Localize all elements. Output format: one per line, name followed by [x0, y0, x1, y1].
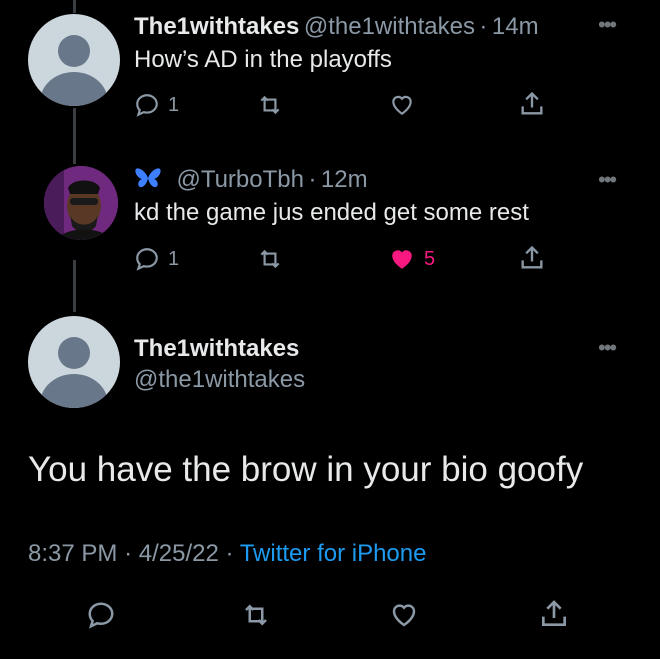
retweet-button[interactable]	[256, 246, 284, 272]
username[interactable]: @the1withtakes	[134, 366, 305, 394]
default-avatar-head	[58, 337, 90, 369]
default-avatar-body	[40, 374, 108, 408]
separator-dot: ·	[124, 540, 133, 567]
share-icon	[521, 91, 543, 115]
tweet-header: The1withtakes @the1withtakes · 14m	[134, 13, 539, 41]
share-button[interactable]	[518, 244, 546, 272]
tweet-time[interactable]: 8:37 PM	[28, 540, 117, 567]
retweet-button[interactable]	[256, 92, 284, 118]
like-button[interactable]: 5	[388, 246, 435, 272]
timestamp[interactable]: 12m	[321, 166, 368, 193]
default-avatar-head	[58, 35, 90, 67]
retweet-icon	[260, 249, 280, 269]
retweet-button[interactable]	[240, 600, 272, 630]
retweet-icon	[260, 95, 280, 115]
share-icon	[521, 245, 543, 269]
tweet-text: How’s AD in the playoffs	[134, 46, 392, 73]
tweet-text: kd the game jus ended get some rest	[134, 199, 529, 226]
tweet-source-link[interactable]: Twitter for iPhone	[240, 540, 427, 567]
share-icon	[542, 600, 566, 626]
reply-button[interactable]: 1	[134, 92, 179, 118]
profile-photo	[44, 166, 118, 240]
tweet-metadata: 8:37 PM · 4/25/22 · Twitter for iPhone	[28, 540, 426, 568]
reply-count: 1	[168, 247, 180, 270]
default-avatar-body	[40, 72, 108, 106]
heart-filled-icon	[392, 250, 412, 269]
avatar[interactable]	[28, 316, 120, 408]
username[interactable]: @the1withtakes	[304, 13, 475, 40]
retweet-icon	[245, 604, 267, 626]
reply-icon	[136, 248, 158, 271]
reply-icon	[136, 94, 158, 117]
timestamp[interactable]: 14m	[492, 13, 539, 40]
separator-dot: ·	[225, 540, 234, 567]
username[interactable]: @TurboTbh	[176, 166, 304, 193]
tweet-date[interactable]: 4/25/22	[139, 540, 219, 567]
separator-dot: ·	[479, 13, 488, 40]
like-button[interactable]	[388, 92, 416, 118]
share-button[interactable]	[538, 598, 570, 630]
reply-count: 1	[168, 93, 180, 116]
like-count: 5	[424, 247, 436, 270]
avatar[interactable]	[44, 166, 118, 240]
display-name[interactable]: The1withtakes	[134, 13, 299, 40]
display-name[interactable]: The1withtakes	[134, 335, 299, 363]
heart-icon	[392, 95, 412, 115]
separator-dot: ·	[308, 166, 317, 193]
heart-icon	[392, 604, 416, 627]
more-options-icon[interactable]: •••	[598, 14, 617, 36]
more-options-icon[interactable]: •••	[598, 337, 617, 359]
focused-tweet-text: You have the brow in your bio goofy	[28, 450, 584, 489]
avatar[interactable]	[28, 14, 120, 106]
thread-connector	[73, 260, 76, 312]
reply-button[interactable]: 1	[134, 246, 179, 272]
like-button[interactable]	[388, 600, 420, 630]
reply-button[interactable]	[86, 600, 116, 630]
more-options-icon[interactable]: •••	[598, 169, 617, 191]
thread-connector	[73, 108, 76, 164]
tweet-header: @TurboTbh · 12m	[134, 166, 368, 195]
thread-connector	[73, 0, 76, 13]
butterfly-icon	[134, 166, 162, 195]
reply-icon	[88, 602, 114, 629]
share-button[interactable]	[518, 90, 546, 118]
